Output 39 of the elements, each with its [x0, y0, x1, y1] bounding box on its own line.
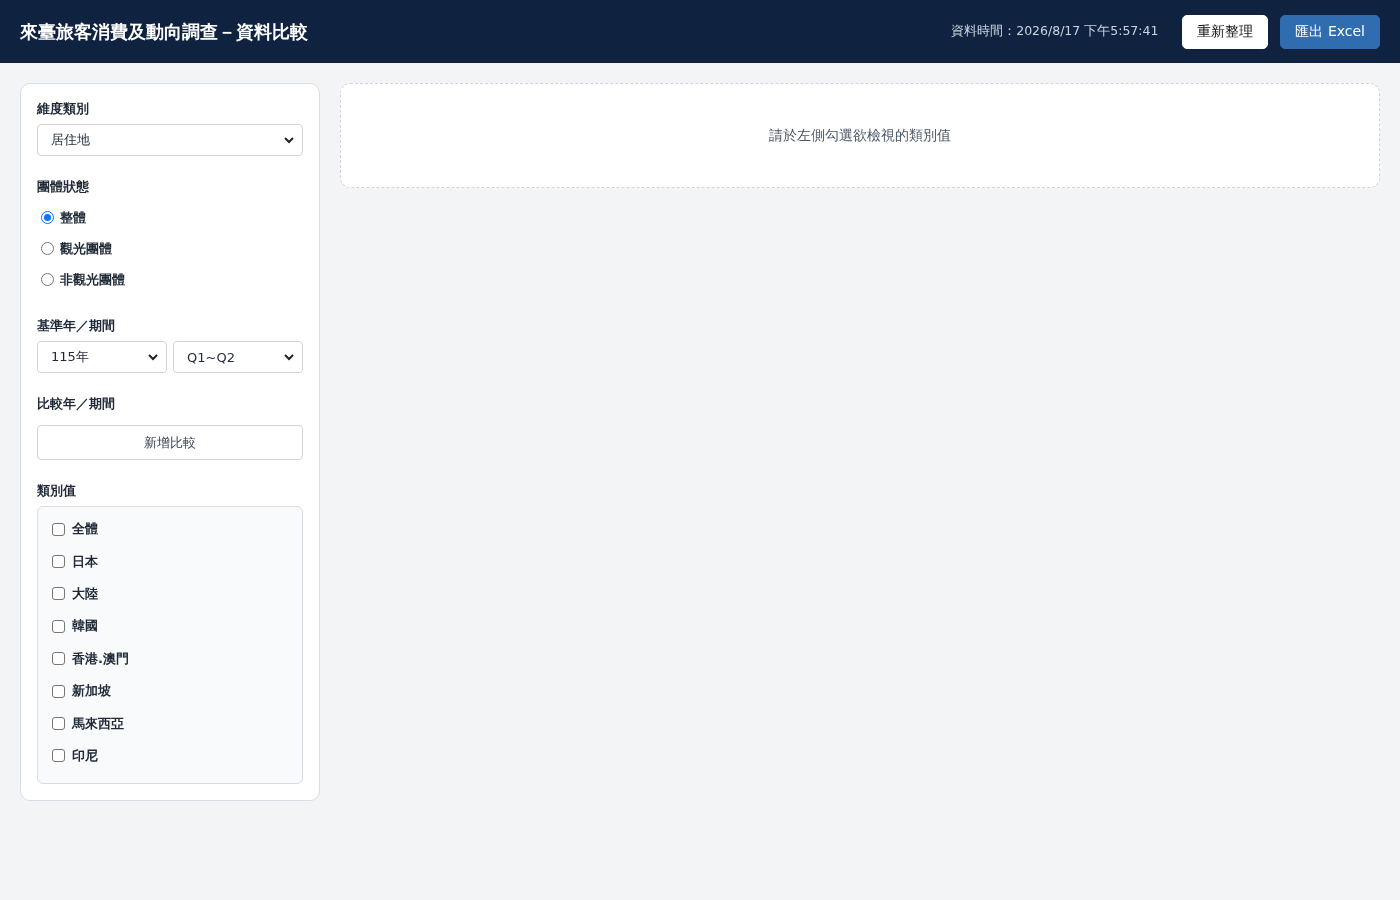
checkbox[interactable]	[52, 555, 65, 569]
period-dropdown[interactable]: Q1~Q2	[173, 341, 303, 373]
radio-label[interactable]: 非觀光團體	[60, 270, 125, 289]
checkbox-label[interactable]: 印尼	[72, 746, 98, 765]
radio-button[interactable]	[41, 211, 54, 224]
checkbox[interactable]	[52, 652, 65, 666]
radio-label[interactable]: 觀光團體	[60, 239, 112, 258]
field-label: 維度類別	[37, 100, 90, 118]
field-label: 基準年／期間	[37, 317, 116, 335]
checkbox[interactable]	[52, 749, 65, 763]
checkbox[interactable]	[52, 619, 65, 633]
checkbox-label[interactable]: 全體	[72, 520, 98, 539]
page-title: 來臺旅客消費及動向調查－資料比較	[20, 19, 309, 44]
checkbox-label[interactable]: 大陸	[72, 584, 98, 603]
export-excel-button[interactable]: 匯出 Excel	[1280, 14, 1380, 49]
checkbox[interactable]	[52, 587, 65, 601]
checkbox-label[interactable]: 馬來西亞	[72, 714, 124, 733]
field-label: 比較年／期間	[37, 395, 116, 413]
checkbox-label[interactable]: 新加坡	[72, 682, 111, 701]
chevron-down-icon	[284, 136, 294, 144]
chevron-down-icon	[284, 353, 294, 361]
field-label: 團體狀態	[37, 178, 90, 196]
checkbox[interactable]	[52, 717, 65, 731]
year-dropdown[interactable]: 115年	[37, 341, 167, 373]
checkbox-label[interactable]: 韓國	[72, 617, 98, 636]
checkbox-label[interactable]: 日本	[72, 552, 98, 571]
field-label: 類別值	[37, 482, 77, 500]
refresh-button[interactable]: 重新整理	[1182, 14, 1269, 49]
radio-button[interactable]	[41, 242, 54, 255]
checkbox-label[interactable]: 香港.澳門	[72, 649, 129, 668]
radio-button[interactable]	[41, 273, 54, 286]
radio-label[interactable]: 整體	[60, 208, 86, 227]
checkbox[interactable]	[52, 522, 65, 536]
empty-state-message: 請於左側勾選欲檢視的類別值	[769, 126, 951, 145]
dimension-dropdown[interactable]: 居住地	[37, 124, 303, 156]
add-comparison-button[interactable]: 新增比較	[37, 425, 303, 460]
chevron-down-icon	[148, 353, 158, 361]
checkbox[interactable]	[52, 684, 65, 698]
data-timestamp: 資料時間：2026/8/17 下午5:57:41	[951, 23, 1159, 40]
